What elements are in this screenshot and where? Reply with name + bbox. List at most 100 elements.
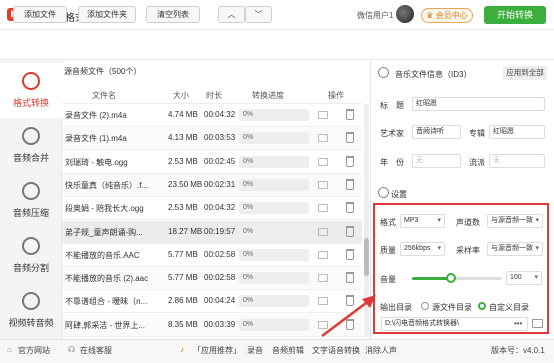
- table-row[interactable]: 不能播放的音乐.AAC 5.77 MB 00:02:58 0%: [62, 244, 362, 267]
- trash-icon[interactable]: [346, 109, 354, 120]
- file-duration: 00:02:58: [204, 273, 236, 283]
- trash-icon[interactable]: [346, 225, 354, 237]
- artist-field[interactable]: 音阙诗听: [412, 125, 461, 139]
- support-link[interactable]: 在线客服: [80, 345, 112, 356]
- genre-field[interactable]: 无: [489, 154, 545, 168]
- file-name: 录音文件 (2).m4a: [65, 111, 127, 120]
- custom-dir-radio[interactable]: [478, 302, 486, 310]
- table-row[interactable]: 阿肆,郭采洁 - 世界上... 8.35 MB 00:03:39 0%: [62, 313, 362, 337]
- progress-bar: 0%: [239, 295, 309, 308]
- website-link[interactable]: 官方网站: [18, 345, 50, 356]
- table-row[interactable]: 不能播放的音乐 (2).aac 5.77 MB 00:02:58 0%: [62, 267, 362, 291]
- sidebar-item-video-to-audio[interactable]: 视频转音频: [0, 283, 62, 338]
- samplerate-select[interactable]: 与源音频一致: [487, 242, 543, 256]
- samplerate-label: 采样率: [456, 246, 480, 255]
- folder-icon[interactable]: [532, 319, 543, 328]
- trash-icon[interactable]: [346, 132, 354, 144]
- folder-icon[interactable]: [318, 111, 328, 119]
- folder-icon[interactable]: [318, 157, 328, 166]
- file-size: 8.35 MB: [168, 319, 198, 329]
- trash-icon[interactable]: [346, 155, 354, 167]
- column-header: 文件名: [92, 91, 116, 100]
- arrow-head: [362, 295, 376, 308]
- add-file-button[interactable]: 添加文件: [13, 6, 67, 23]
- headset-icon: ☊: [68, 345, 76, 354]
- avatar[interactable]: [396, 5, 414, 23]
- file-duration: 00:02:45: [204, 156, 236, 166]
- folder-icon[interactable]: [318, 180, 328, 189]
- table-row[interactable]: 刘瑞琦 - 触电.ogg 2.53 MB 00:02:45 0%: [62, 151, 362, 174]
- video-icon: [22, 292, 40, 310]
- move-up-button[interactable]: ︿: [218, 6, 245, 23]
- table-row[interactable]: 快乐童真（纯音乐）.f... 23.50 MB 00:02:31 0%: [62, 173, 362, 197]
- album-field[interactable]: 红昭愿: [489, 125, 545, 139]
- sidebar-item-format-convert[interactable]: 格式转换: [0, 63, 62, 118]
- trash-icon[interactable]: [346, 178, 354, 190]
- file-name: 快乐童真（纯音乐）.f...: [65, 180, 149, 190]
- arrow-shaft: [321, 299, 371, 337]
- volume-slider-fill: [412, 277, 451, 280]
- app-link-remove-vocal[interactable]: 消除人声: [365, 345, 397, 356]
- progress-bar: 0%: [239, 272, 309, 285]
- table-row[interactable]: 录音文件 (1).m4a 4.13 MB 00:03:53 0%: [62, 127, 362, 151]
- settings-title: 设置: [391, 190, 407, 199]
- start-convert-button[interactable]: 开始转换: [484, 6, 546, 24]
- channel-select[interactable]: 与源音频一致: [487, 214, 543, 228]
- output-dir-label: 输出目录: [380, 303, 412, 312]
- folder-icon[interactable]: [318, 274, 328, 283]
- file-name: 阿肆,郭采洁 - 世界上...: [65, 320, 145, 330]
- sidebar-item-audio-split[interactable]: 音频分割: [0, 228, 62, 283]
- add-folder-button[interactable]: 添加文件夹: [78, 6, 136, 23]
- clear-list-button[interactable]: 清空列表: [146, 6, 200, 23]
- file-duration: 00:03:39: [204, 319, 236, 329]
- progress-bar: 0%: [239, 178, 309, 191]
- sidebar-item-label: 视频转音频: [8, 318, 54, 328]
- quality-select[interactable]: 256kbps: [400, 242, 445, 256]
- file-duration: 00:03:53: [204, 133, 236, 143]
- table-row[interactable]: 录音文件 (2).m4a 4.74 MB 00:04:32 0%: [62, 104, 362, 127]
- folder-icon[interactable]: [318, 227, 328, 236]
- trash-icon[interactable]: [346, 202, 354, 214]
- sidebar-item-label: 音频分割: [12, 263, 49, 273]
- file-size: 23.50 MB: [168, 179, 203, 189]
- move-down-button[interactable]: ﹀: [245, 6, 272, 23]
- scrollbar-thumb[interactable]: [364, 238, 369, 276]
- app-link-audio-edit[interactable]: 音频剪辑: [272, 345, 304, 356]
- progress-bar: 0%: [239, 132, 309, 145]
- year-field[interactable]: 无: [412, 154, 461, 168]
- format-select[interactable]: MP3: [400, 214, 445, 228]
- output-path-field[interactable]: D:\闪电音频格式转换器\: [381, 317, 528, 331]
- apply-all-button[interactable]: 应用到全部: [503, 66, 547, 80]
- volume-slider-handle[interactable]: [445, 273, 456, 283]
- file-duration: 00:04:32: [204, 110, 236, 119]
- file-name: 弟子规_童声朗诵-购...: [65, 227, 143, 237]
- folder-icon[interactable]: [318, 204, 328, 213]
- trash-icon[interactable]: [346, 248, 354, 260]
- file-duration: 00:04:32: [204, 203, 236, 213]
- sidebar-item-label: 音频压缩: [12, 208, 49, 218]
- folder-icon[interactable]: [318, 134, 328, 143]
- file-name: 不靠谱组合 - 暧昧（n...: [65, 297, 148, 307]
- more-options-button[interactable]: •••: [514, 319, 522, 328]
- sidebar-item-audio-merge[interactable]: 音频合并: [0, 118, 62, 173]
- source-dir-radio[interactable]: [421, 302, 429, 310]
- progress-bar: 0%: [239, 318, 309, 331]
- column-header-row: 文件名 大小 时长 转换进度 操作: [62, 86, 362, 104]
- table-row[interactable]: 弟子规_童声朗诵-购... 18.27 MB 00:19:57 0%: [62, 220, 362, 244]
- title-field[interactable]: 红昭愿: [412, 97, 545, 111]
- sidebar-item-audio-compress[interactable]: 音频压缩: [0, 173, 62, 228]
- trash-icon[interactable]: [346, 272, 354, 284]
- table-row[interactable]: 段奥娟 - 陪我长大.ogg 2.53 MB 00:04:32 0%: [62, 197, 362, 221]
- list-header: 源音频文件（500个）: [64, 67, 142, 76]
- progress-bar: 0%: [239, 225, 309, 238]
- table-row[interactable]: 不靠谱组合 - 暧昧（n... 2.86 MB 00:04:24 0%: [62, 290, 362, 314]
- app-link-tts[interactable]: 文字语音转换: [312, 345, 360, 356]
- user-name[interactable]: 微信用户1: [357, 10, 393, 21]
- genre-label: 流派: [469, 158, 485, 167]
- home-icon: ⌂: [7, 345, 12, 354]
- app-link-record[interactable]: 录音: [247, 345, 263, 356]
- folder-icon[interactable]: [318, 250, 328, 259]
- volume-stepper[interactable]: 100: [506, 271, 542, 285]
- column-header: 大小: [173, 91, 189, 100]
- member-center-button[interactable]: ♛ 会员中心: [421, 8, 473, 23]
